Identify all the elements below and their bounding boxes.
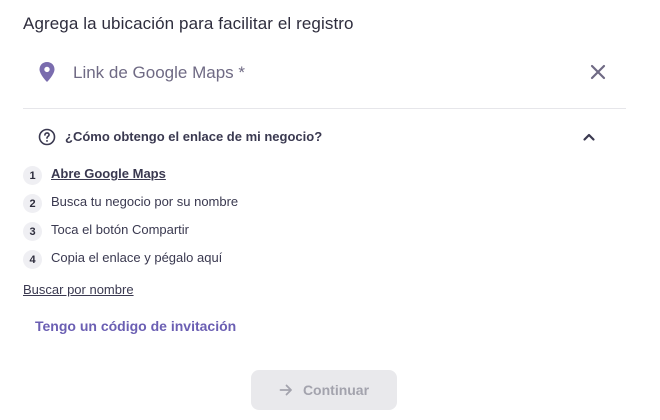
step-number: 2 [23,194,42,213]
continue-label: Continuar [302,382,370,398]
map-pin-icon [39,62,55,82]
search-by-name-link[interactable]: Buscar por nombre [23,282,134,297]
arrow-right-icon [279,384,292,396]
google-maps-link-input[interactable] [73,60,553,86]
invitation-code-link[interactable]: Tengo un código de invitación [35,318,236,334]
step-number: 1 [23,166,42,185]
step-number: 3 [23,222,42,241]
open-google-maps-link[interactable]: Abre Google Maps [51,166,166,181]
help-accordion-header[interactable]: ¿Cómo obtengo el enlace de mi negocio? [38,127,604,147]
step-text: Toca el botón Compartir [51,222,190,237]
step-text: Busca tu negocio por su nombre [51,194,239,209]
help-question: ¿Cómo obtengo el enlace de mi negocio? [65,129,323,144]
page-title: Agrega la ubicación para facilitar el re… [23,14,354,33]
step-number: 4 [23,250,42,269]
close-icon[interactable] [589,63,607,81]
chevron-up-icon[interactable] [582,130,596,144]
question-circle-icon [38,128,56,146]
location-field [23,52,626,109]
continue-button[interactable]: Continuar [251,370,397,410]
step-text: Copia el enlace y pégalo aquí [51,250,223,265]
